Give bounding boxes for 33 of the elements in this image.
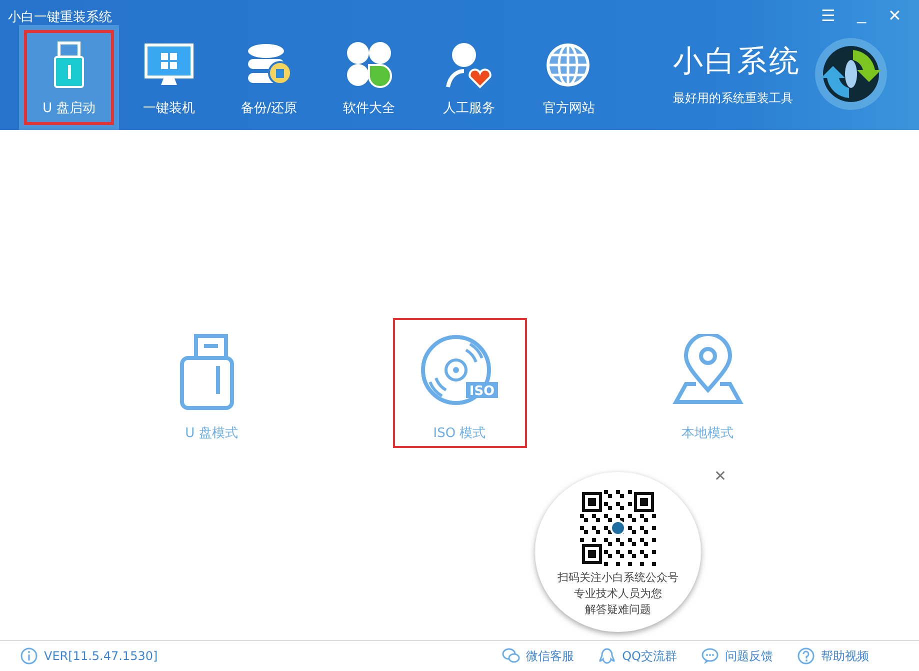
mode-option[interactable]: 本地模式	[642, 320, 772, 446]
wechat-icon	[502, 647, 520, 665]
clover-icon	[344, 41, 394, 89]
info-icon	[20, 647, 38, 665]
mode-option[interactable]: ISO ISO 模式	[394, 320, 524, 446]
sync-logo-icon	[813, 36, 889, 112]
popup-text: 专业技术人员为您	[574, 586, 662, 602]
footer-link[interactable]: 微信客服	[502, 647, 574, 665]
close-button[interactable]: ✕	[884, 6, 905, 26]
nav-tab[interactable]: U 盘启动	[19, 25, 119, 130]
popup-text: 扫码关注小白系统公众号	[558, 570, 678, 586]
nav-tab[interactable]: 人工服务	[419, 25, 519, 130]
menu-button[interactable]: ☰	[817, 6, 840, 26]
person-heart-icon	[444, 41, 494, 89]
minimize-button[interactable]: _	[853, 6, 870, 26]
footer-link[interactable]: 帮助视频	[797, 647, 869, 665]
brand-name: 小白系统	[673, 43, 801, 81]
version-text: VER[11.5.47.1530]	[44, 649, 158, 663]
brand-slogan: 最好用的系统重装工具	[673, 90, 794, 107]
window-title: 小白一键重装系统	[8, 9, 112, 25]
help-icon	[797, 647, 815, 665]
nav-tab[interactable]: 官方网站	[519, 25, 619, 130]
footer-link[interactable]: 问题反馈	[701, 647, 773, 665]
nav-tab[interactable]: 一键装机	[119, 25, 219, 130]
mode-option[interactable]: U 盘模式	[146, 320, 276, 446]
popup-text: 解答疑难问题	[585, 602, 651, 618]
qr-code-icon	[580, 490, 656, 566]
close-button[interactable]: ✕	[708, 466, 733, 486]
nav-tab[interactable]: 备份/还原	[219, 25, 319, 130]
nav-tab[interactable]: 软件大全	[319, 25, 419, 130]
chat-bubble-icon	[701, 647, 719, 665]
footer-link[interactable]: QQ交流群	[598, 647, 677, 665]
penguin-icon	[598, 647, 616, 665]
